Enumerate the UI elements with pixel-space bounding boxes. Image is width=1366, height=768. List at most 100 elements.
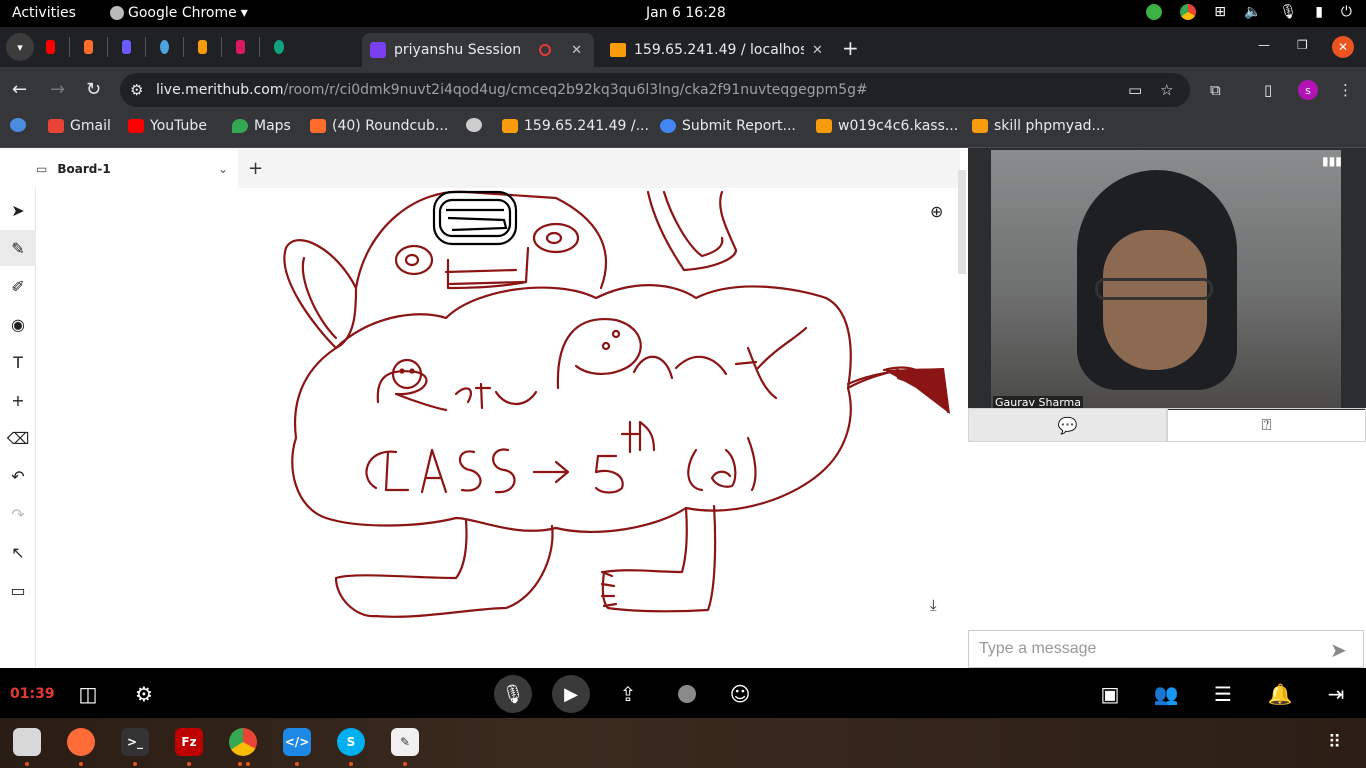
running-indicator: [133, 762, 137, 766]
text-tool-icon[interactable]: T: [0, 344, 36, 380]
tab-localhost[interactable]: 159.65.241.49 / localhost ✕: [606, 33, 826, 67]
presentation-icon[interactable]: ▭: [0, 572, 36, 608]
pinned-tab-cpanel[interactable]: [84, 37, 108, 57]
phpmyadmin-icon: [610, 43, 626, 57]
phpmyadmin-icon: [198, 40, 207, 54]
color-picker-icon[interactable]: ◉: [0, 306, 36, 342]
tab-questions[interactable]: ⍰: [1167, 408, 1366, 442]
select-tool-icon[interactable]: ➤: [0, 192, 36, 228]
activities-button[interactable]: Activities: [12, 5, 76, 21]
redo-icon[interactable]: ↷: [0, 496, 36, 532]
participant-video[interactable]: [991, 150, 1341, 408]
chat-bubble-icon: 💬: [1057, 415, 1078, 435]
chatgpt-icon: [274, 40, 284, 54]
skype-icon[interactable]: S: [337, 728, 365, 756]
running-indicator: [238, 762, 242, 766]
more-menu-icon[interactable]: ⋮: [1338, 81, 1353, 99]
minimize-icon[interactable]: —: [1258, 38, 1270, 52]
restore-icon[interactable]: ❐: [1297, 38, 1308, 52]
chevron-down-icon: ▾: [240, 5, 248, 21]
pinned-tab-chatgpt[interactable]: [274, 37, 298, 57]
bookmark-roundcube[interactable]: (40) Roundcub...: [310, 118, 448, 134]
shape-tool-icon[interactable]: +: [0, 382, 36, 418]
zoom-in-icon[interactable]: ⊕: [930, 202, 943, 221]
eraser-tool-icon[interactable]: ⌫: [0, 420, 36, 456]
whiteboard-canvas[interactable]: [36, 188, 956, 668]
address-bar[interactable]: live.merithub.com/room/r/ci0dmk9nuvt2i4q…: [120, 73, 1190, 107]
notifications-icon[interactable]: 🔔: [1262, 680, 1298, 708]
picture-in-picture-icon[interactable]: ▣: [1092, 680, 1128, 708]
undo-icon[interactable]: ↶: [0, 458, 36, 494]
tab-priyanshu-session[interactable]: priyanshu Session ✕: [362, 33, 594, 67]
bookmark-phpmyadmin-2[interactable]: w019c4c6.kass...: [816, 118, 958, 134]
add-board-button[interactable]: +: [248, 158, 263, 179]
pinned-tab-youtube[interactable]: [46, 37, 70, 57]
system-tray[interactable]: ⊞ 🔈 🎙 ▮ ⏻: [1146, 4, 1352, 20]
new-tab-button[interactable]: +: [842, 36, 859, 60]
tab-board-1[interactable]: ▭ Board-1 ⌄: [0, 150, 238, 188]
back-icon[interactable]: ←: [12, 79, 27, 100]
running-indicator: [246, 762, 250, 766]
pointer-tool-icon[interactable]: ↖: [0, 534, 36, 570]
tab-chat[interactable]: 💬: [968, 408, 1167, 442]
canvas-scrollbar[interactable]: [958, 170, 966, 274]
volume-icon: 🔈: [1243, 4, 1262, 20]
running-indicator: [25, 762, 29, 766]
pinned-tab-info[interactable]: [160, 37, 184, 57]
tab-search-button[interactable]: ▾: [6, 33, 34, 61]
bookmark-youtube[interactable]: YouTube: [128, 118, 207, 134]
bookmark-submit-report[interactable]: Submit Report...: [660, 118, 796, 134]
bookmark-gmail[interactable]: Gmail: [48, 118, 111, 134]
app-menu[interactable]: Google Chrome ▾: [110, 5, 248, 21]
microphone-button[interactable]: 🎙: [494, 675, 532, 713]
text-editor-icon[interactable]: ✎: [391, 728, 419, 756]
settings-icon[interactable]: ⚙: [126, 680, 162, 708]
bookmark-maps[interactable]: Maps: [232, 118, 291, 134]
forward-icon[interactable]: →: [50, 79, 65, 100]
close-icon[interactable]: ✕: [812, 43, 823, 58]
chat-panel-icon[interactable]: ☰: [1205, 680, 1241, 708]
postman-icon[interactable]: [67, 728, 95, 756]
window-close-button[interactable]: ✕: [1332, 36, 1354, 58]
apps-icon[interactable]: [10, 118, 26, 132]
reload-icon[interactable]: ↻: [86, 79, 101, 100]
camera-icon[interactable]: ▭: [1128, 81, 1142, 99]
power-icon: ⏻: [1340, 4, 1352, 20]
highlighter-tool-icon[interactable]: ✐: [0, 268, 36, 304]
pinned-tab-app[interactable]: [122, 37, 146, 57]
chrome-icon[interactable]: [229, 728, 257, 756]
close-icon[interactable]: ✕: [571, 43, 582, 58]
extensions-icon[interactable]: ⧉: [1210, 81, 1221, 99]
tab-title: 159.65.241.49 / localhost: [634, 42, 804, 58]
clock[interactable]: Jan 6 16:28: [646, 5, 726, 21]
bookmark-phpmyadmin-3[interactable]: skill phpmyad...: [972, 118, 1105, 134]
screen-share-icon[interactable]: ⇪: [610, 680, 646, 708]
bookmark-phpmyadmin-1[interactable]: 159.65.241.49 /...: [502, 118, 649, 134]
vscode-icon[interactable]: </>: [283, 728, 311, 756]
files-icon[interactable]: [13, 728, 41, 756]
question-icon: ⍰: [1261, 415, 1272, 434]
site-info-icon[interactable]: ⚙: [130, 81, 143, 99]
chevron-down-icon[interactable]: ⌄: [218, 162, 228, 176]
camera-button[interactable]: ▶: [552, 675, 590, 713]
app-grid-icon[interactable]: ⠿: [1328, 732, 1341, 753]
avatar[interactable]: s: [1298, 80, 1318, 100]
participants-icon[interactable]: 👥: [1148, 680, 1184, 708]
side-panel-icon[interactable]: ▯: [1264, 81, 1272, 99]
pinned-tab-phpmyadmin[interactable]: [198, 37, 222, 57]
record-button[interactable]: [678, 685, 696, 703]
bookmark-globe[interactable]: [466, 118, 482, 132]
terminal-icon[interactable]: >_: [121, 728, 149, 756]
emoji-reaction-icon[interactable]: ☺: [722, 680, 758, 708]
filezilla-icon[interactable]: Fz: [175, 728, 203, 756]
layout-icon[interactable]: ◫: [70, 680, 106, 708]
chat-message-input[interactable]: Type a message: [968, 630, 1364, 668]
download-icon[interactable]: ⤓: [930, 596, 937, 614]
star-icon[interactable]: ☆: [1160, 81, 1173, 99]
pencil-tool-icon[interactable]: ✎: [0, 230, 36, 266]
exit-icon[interactable]: ⇥: [1318, 680, 1354, 708]
whiteboard-drawing: [283, 190, 950, 618]
participant-glasses: [1095, 278, 1213, 300]
pinned-tab-kn[interactable]: [236, 37, 260, 57]
send-icon[interactable]: ➤: [1330, 638, 1347, 662]
